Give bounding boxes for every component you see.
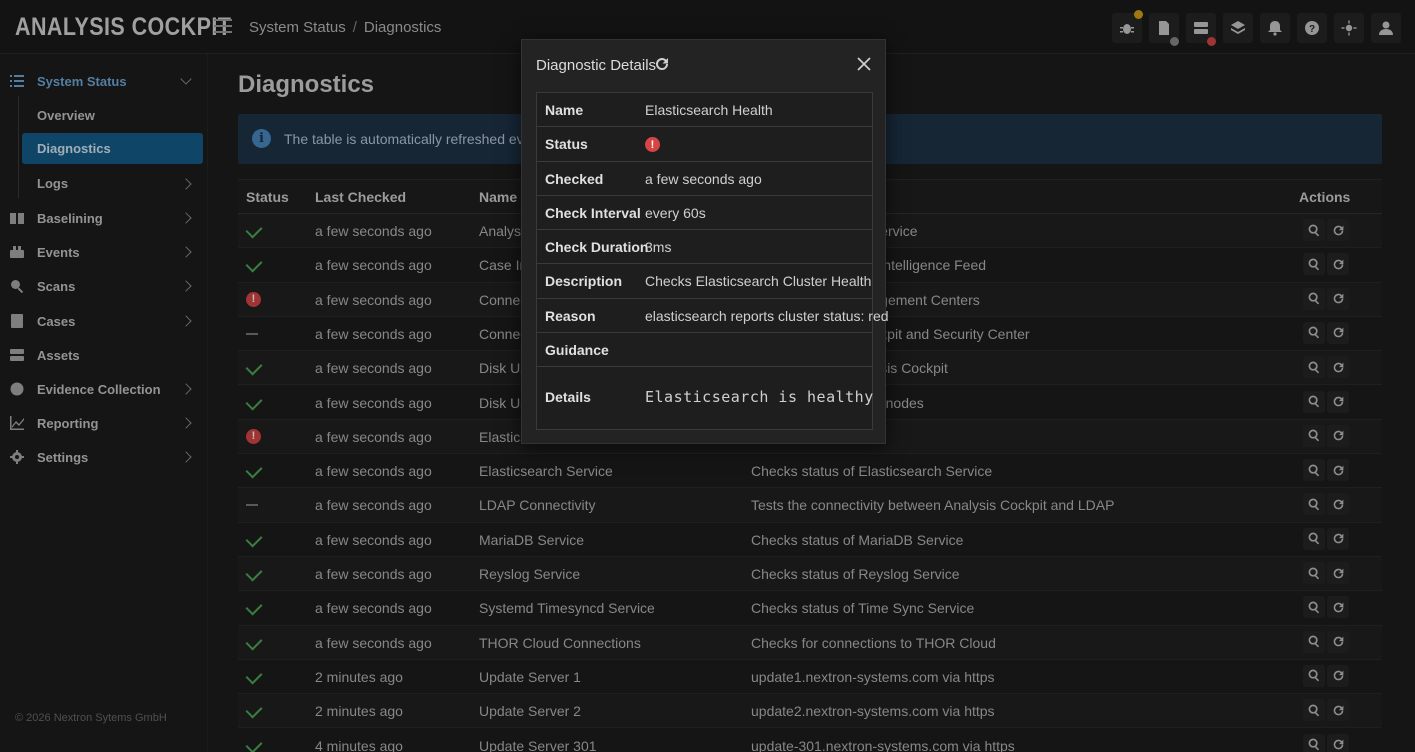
detail-key: Status [545, 136, 588, 153]
detail-key: Checked [545, 170, 604, 187]
detail-value: 3ms [645, 239, 672, 256]
details-table: Name Elasticsearch Health Status! Checked a … [536, 92, 889, 431]
error-icon: ! [645, 137, 660, 153]
diagnostic-details-modal: Diagnostic Details Name Elasticsearch Hea… [521, 39, 889, 444]
detail-row: Checked a few seconds ago [537, 161, 872, 196]
detail-value: a few seconds ago [645, 170, 762, 187]
detail-key: Guidance [545, 342, 609, 359]
detail-row: Reason elasticsearch reports cluster stat… [537, 298, 889, 334]
detail-value: ! [645, 136, 660, 153]
detail-key: Check Duration [545, 239, 649, 256]
detail-key: Reason [545, 307, 596, 324]
detail-value: elasticsearch reports cluster status: re… [645, 307, 889, 324]
detail-row: Details Elasticsearch is healthy [537, 367, 874, 430]
detail-value: Checks Elasticsearch Cluster Health [645, 273, 872, 290]
close-icon[interactable] [857, 57, 871, 71]
refresh-icon[interactable] [654, 56, 672, 74]
detail-row: Status! [537, 127, 872, 162]
detail-key: Check Interval [545, 204, 641, 221]
detail-key: Details [545, 389, 591, 406]
detail-value: every 60s [645, 204, 706, 221]
detail-key: Description [545, 273, 623, 290]
detail-value: Elasticsearch is healthy [645, 388, 874, 407]
detail-row: Check Duration 3ms [537, 230, 872, 265]
detail-row: Guidance [537, 333, 872, 368]
detail-key: Name [545, 102, 584, 118]
detail-row: Check Interval every 60s [537, 195, 872, 231]
detail-value: Elasticsearch Health [645, 102, 773, 118]
detail-row: Description Checks Elasticsearch Cluster … [537, 264, 872, 299]
modal-title: Diagnostic Details [536, 57, 657, 74]
detail-row: Name Elasticsearch Health [537, 93, 872, 128]
